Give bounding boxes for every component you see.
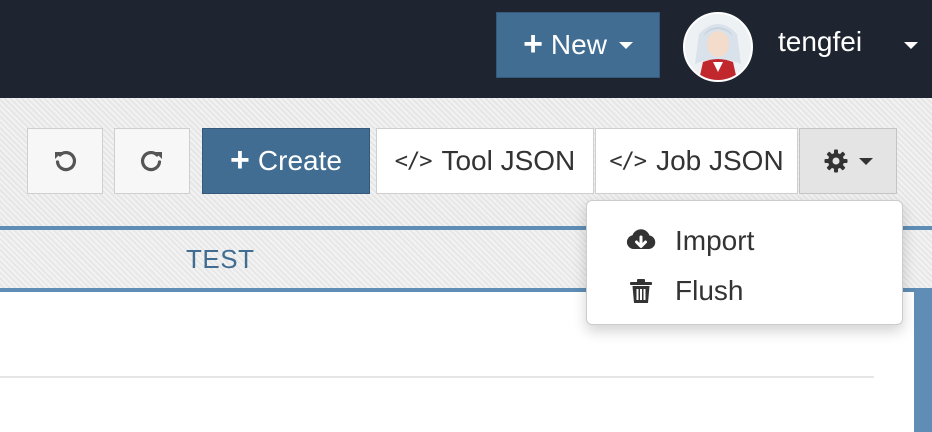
plus-icon: + — [230, 140, 250, 179]
avatar-image — [685, 14, 751, 80]
redo-icon — [140, 150, 162, 172]
job-json-label: Job JSON — [656, 145, 784, 176]
menu-item-flush[interactable]: Flush — [587, 267, 902, 315]
job-json-button[interactable]: </> Job JSON — [595, 128, 798, 194]
plus-icon: + — [523, 24, 543, 63]
menu-item-flush-label: Flush — [675, 275, 744, 306]
settings-dropdown-menu: Import Flush — [586, 200, 903, 325]
create-button-label: Create — [257, 145, 342, 176]
chevron-down-icon — [618, 41, 633, 49]
code-icon: </> — [609, 148, 647, 174]
gear-icon — [824, 149, 848, 173]
settings-dropdown-button[interactable] — [799, 128, 897, 194]
tool-json-button[interactable]: </> Tool JSON — [376, 128, 594, 194]
cloud-download-icon — [625, 225, 657, 257]
trash-icon — [625, 275, 657, 307]
undo-button[interactable] — [27, 128, 103, 194]
redo-button[interactable] — [114, 128, 190, 194]
right-panel-edge — [914, 292, 932, 432]
username[interactable]: tengfei — [778, 26, 862, 58]
content-divider — [0, 376, 874, 378]
menu-item-import[interactable]: Import — [587, 217, 902, 265]
tab-test[interactable]: TEST — [186, 244, 254, 275]
undo-icon — [55, 150, 77, 172]
chevron-down-icon — [859, 157, 873, 165]
code-icon: </> — [394, 148, 433, 174]
menu-item-import-label: Import — [675, 225, 755, 256]
create-button[interactable]: + Create — [202, 128, 370, 194]
avatar[interactable] — [683, 12, 753, 82]
tool-json-label: Tool JSON — [441, 145, 576, 176]
new-button[interactable]: + New — [496, 12, 660, 78]
user-menu-chevron-icon[interactable] — [904, 42, 918, 49]
new-button-label: New — [550, 29, 607, 60]
